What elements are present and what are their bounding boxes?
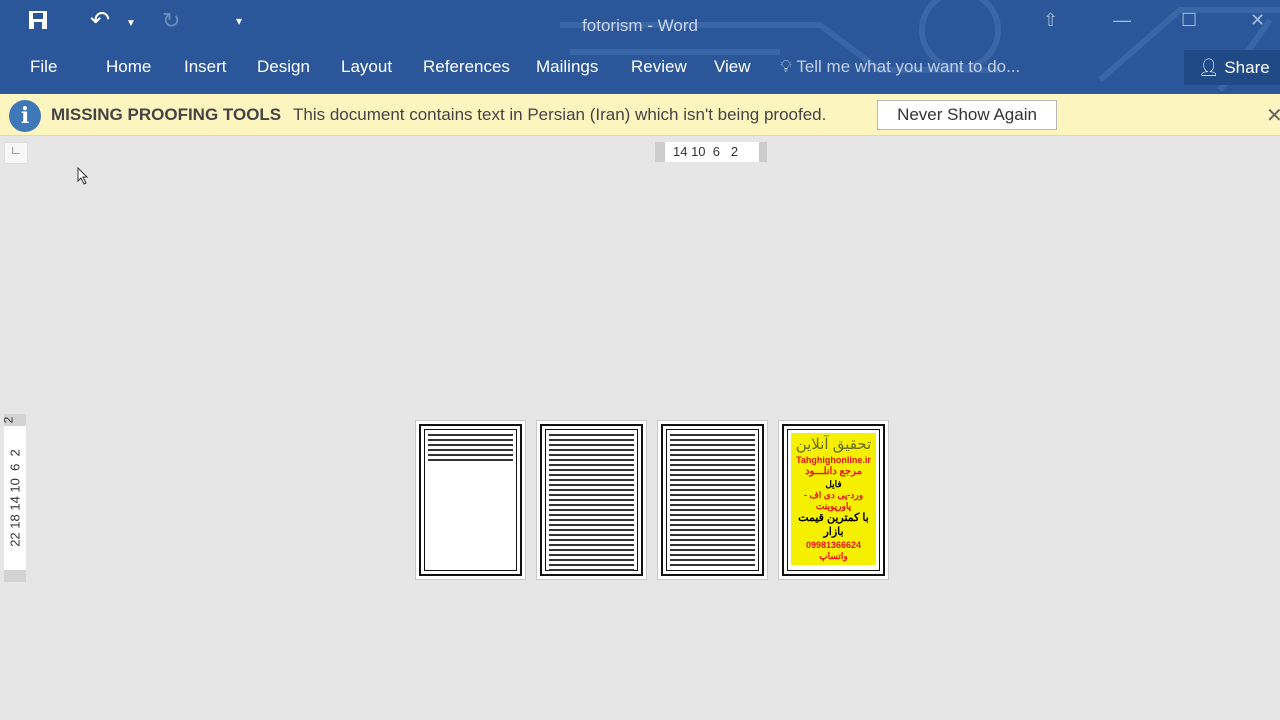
title-bar: ↶ ▼ ↻ ▾ fotorism - Word ⇧ — ☐ ✕ File Hom… [0,0,1280,94]
tab-design[interactable]: Design [257,57,310,77]
tab-mailings[interactable]: Mailings [536,57,598,77]
close-message-icon[interactable]: ✕ [1266,103,1280,128]
poster-site: Tahghighonline.ir [796,454,871,465]
message-text: This document contains text in Persian (… [293,105,827,124]
share-label: Share [1224,58,1270,77]
tell-me-placeholder: Tell me what you want to do... [796,57,1021,76]
page-thumbnail-3[interactable] [657,420,768,580]
message-title: MISSING PROOFING TOOLS [51,105,282,124]
background-pattern [560,0,1280,92]
lightbulb-icon: 💡︎ [780,57,792,76]
mouse-cursor-icon [77,167,89,185]
page-thumbnail-2[interactable] [536,420,647,580]
poster-line: ورد-پی دی اف - پاورپوینت [803,489,864,511]
minimize-icon[interactable]: — [1113,10,1131,31]
tab-layout[interactable]: Layout [341,57,392,77]
poster-line: فایل [825,478,842,489]
poster-line: مرجع دانلـــود [805,466,862,477]
person-add-icon: 👤︎ [1198,58,1220,77]
message-bar: i MISSING PROOFING TOOLS This document c… [0,94,1280,136]
advertisement-poster: تحقیق آنلاین Tahghighonline.ir مرجع دانل… [791,433,876,565]
ribbon-display-icon[interactable]: ⇧ [1043,10,1058,31]
vertical-ruler-labels: 22 18 14 10 6 2 [7,449,23,547]
horizontal-ruler[interactable]: 14 10 6 2 [655,142,767,162]
tab-view[interactable]: View [714,57,751,77]
tab-references[interactable]: References [423,57,510,77]
close-icon[interactable]: ✕ [1250,10,1265,31]
never-show-again-button[interactable]: Never Show Again [877,100,1057,130]
ruler-labels: 14 10 6 2 [673,144,739,159]
tab-home[interactable]: Home [106,57,151,77]
poster-phone: 09981366624 واتساپ [805,539,862,561]
poster-line: با کمترین قیمت بازار [798,512,869,538]
tab-insert[interactable]: Insert [184,57,227,77]
tell-me-input[interactable]: 💡︎ Tell me what you want to do... [780,57,1020,77]
vertical-ruler-top-label: 2 [1,416,16,424]
tab-file[interactable]: File [30,57,57,77]
poster-heading: تحقیق آنلاین [795,436,872,453]
maximize-icon[interactable]: ☐ [1181,10,1197,31]
page-thumbnail-4[interactable]: تحقیق آنلاین Tahghighonline.ir مرجع دانل… [778,420,889,580]
share-button[interactable]: 👤︎ Share [1184,50,1280,85]
window-title: fotorism - Word [582,16,698,35]
vertical-ruler[interactable]: 22 18 14 10 6 2 [4,414,26,582]
info-icon: i [9,100,41,132]
page-thumbnail-1[interactable] [415,420,526,580]
tab-review[interactable]: Review [631,57,687,77]
tab-selector[interactable]: ∟ [4,142,28,164]
